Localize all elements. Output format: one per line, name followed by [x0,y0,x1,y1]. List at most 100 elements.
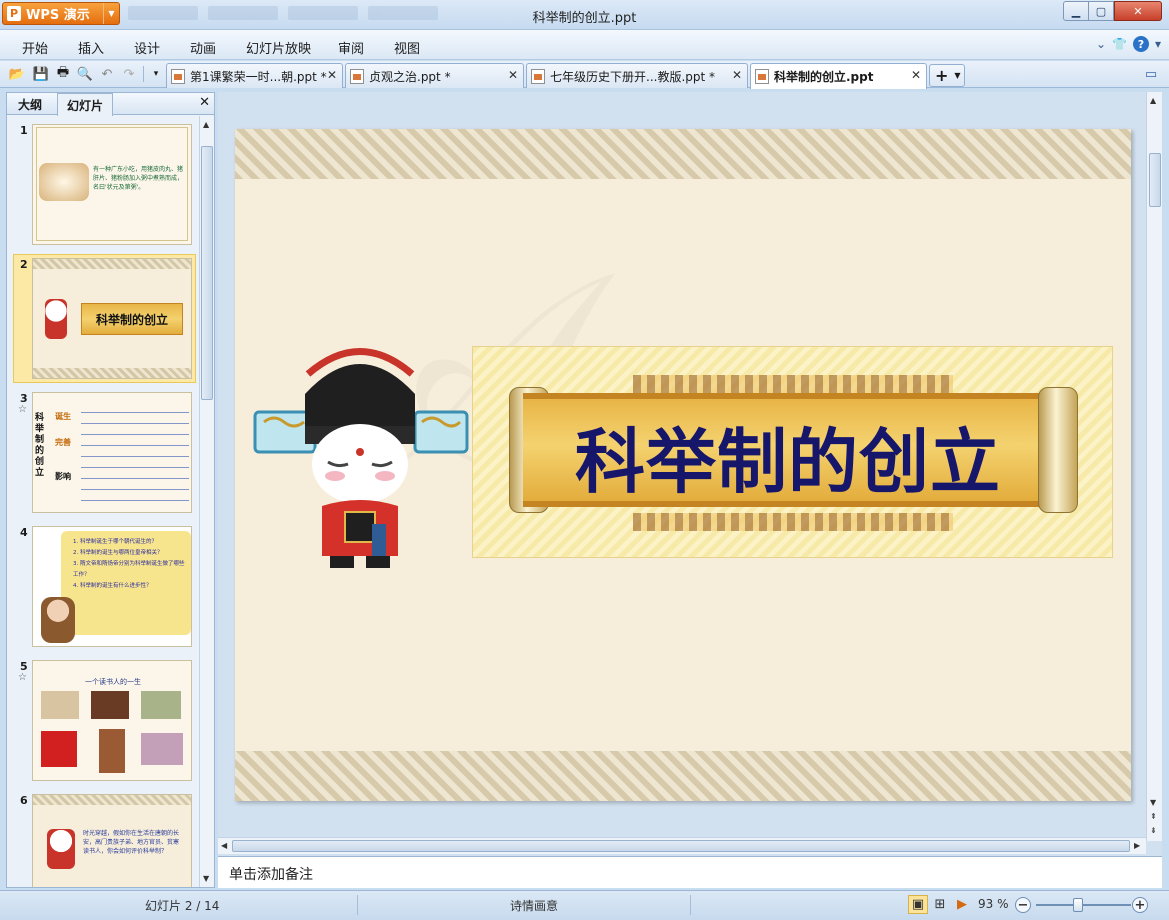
theme-name: 诗情画意 [510,899,559,913]
tab-outline[interactable]: 大纲 [9,93,51,115]
skin-icon[interactable]: 👕 [1112,37,1127,51]
zoom-slider-track[interactable] [1036,904,1131,906]
chevron-down-icon[interactable]: ▾ [1155,37,1161,51]
doc-tab-label: 贞观之治.ppt * [369,69,451,84]
doc-tab-2[interactable]: 贞观之治.ppt * ✕ [345,63,524,88]
customize-toolbar-icon[interactable]: ▾ [147,65,165,83]
slide-vertical-scrollbar[interactable]: ▲ ▼ ⇞ ⇟ [1146,92,1162,841]
panel-toggle-icon[interactable]: ▭ [1142,65,1160,83]
notes-field[interactable]: 单击添加备注 [218,856,1162,888]
menu-animation[interactable]: 动画 [190,38,216,57]
slide-number: 2 [20,258,28,271]
scroll-thumb[interactable] [1149,153,1161,207]
status-bar: 幻灯片 2 / 14 诗情画意 ▣ ⊞ ▶ 93 % − + [0,890,1169,920]
slide-thumbnail-2[interactable]: 科举制的创立 [32,258,192,379]
scroll-down-icon[interactable]: ▼ [203,874,209,883]
question-line: 1. 科举制诞生于哪个朝代诞生的？ [73,539,157,545]
zoom-out-button[interactable]: − [1015,897,1031,913]
slide-sorter-button[interactable]: ⊞ [930,895,950,914]
menu-slideshow[interactable]: 幻灯片放映 [246,38,311,57]
title-bar: P WPS 演示 ▼ 科举制的创立.ppt ▁ ▢ ✕ [0,0,1169,30]
thumb-tag: 诞生 [55,412,71,421]
undo-icon[interactable]: ↶ [98,65,116,83]
official-figure-image [45,299,67,339]
doc-tab-1[interactable]: 第1课繁荣一时...朝.ppt * ✕ [166,63,343,88]
zoom-in-button[interactable]: + [1132,897,1148,913]
slides-panel: 大纲 幻灯片 ✕ 1 有一种广东小吃，用猪皮肉丸、猪肝片、猪粉肠加入粥中煮熟而成… [6,92,215,888]
close-tab-icon[interactable]: ✕ [327,68,337,82]
print-preview-icon[interactable]: 🔍 [76,65,94,83]
save-icon[interactable]: 💾 [32,65,50,83]
thumb-tag: 影响 [55,472,71,481]
story-image [91,691,129,719]
minimize-button[interactable]: ▁ [1063,1,1089,21]
thumb-title: 科举制的创立 [81,303,183,335]
new-tab-button[interactable]: + ▼ [929,64,965,87]
question-line: 4. 科举制的诞生有什么进步性？ [73,583,152,589]
banner-ornament [633,513,953,531]
doc-tab-label: 七年级历史下册开...教版.ppt * [550,69,716,84]
close-tab-icon[interactable]: ✕ [508,68,518,82]
scroll-thumb[interactable] [232,840,1130,852]
question-line: 3. 隋文帝和隋炀帝分别为科举制诞生做了哪些工作？ [73,561,185,578]
maximize-button[interactable]: ▢ [1088,1,1114,21]
close-panel-icon[interactable]: ✕ [199,95,210,110]
menu-design[interactable]: 设计 [134,38,160,57]
ppt-file-icon [755,69,769,84]
scroll-body: 科举制的创立 [523,393,1053,507]
banner-ornament [633,375,953,393]
print-icon[interactable]: 🖶 [54,65,72,83]
window-title: 科举制的创立.ppt [532,11,637,26]
normal-view-button[interactable]: ▣ [908,895,928,914]
menu-view[interactable]: 视图 [394,38,420,57]
doc-tab-4-active[interactable]: 科举制的创立.ppt ✕ [750,63,927,89]
menu-insert[interactable]: 插入 [78,38,104,57]
close-tab-icon[interactable]: ✕ [732,68,742,82]
prev-slide-icon[interactable]: ⇞ [1150,812,1157,821]
menu-review[interactable]: 审阅 [338,38,364,57]
ppt-file-icon [171,68,185,84]
zoom-slider-knob[interactable] [1073,898,1083,912]
menu-home[interactable]: 开始 [22,38,48,57]
slide-thumbnail-5[interactable]: 一个读书人的一生 [32,660,192,781]
scroll-down-icon[interactable]: ▼ [1150,798,1156,807]
close-tab-icon[interactable]: ✕ [911,68,921,82]
slide-thumbnail-3[interactable]: 科举制的创立 诞生 完善 影响 [32,392,192,513]
slide-horizontal-scrollbar[interactable]: ◀ ▶ [218,837,1146,854]
scroll-roller-right [1038,387,1078,513]
title-banner: 科举制的创立 [472,346,1113,558]
doc-tab-3[interactable]: 七年级历史下册开...教版.ppt * ✕ [526,63,748,88]
close-window-button[interactable]: ✕ [1114,1,1162,21]
help-icon[interactable]: ? [1132,36,1149,52]
slideshow-button[interactable]: ▶ [952,895,972,914]
story-image [141,733,183,765]
open-folder-icon[interactable]: 📂 [8,65,26,83]
next-slide-icon[interactable]: ⇟ [1150,826,1157,835]
scroll-up-icon[interactable]: ▲ [203,120,209,129]
chevron-down-icon[interactable]: ⌄ [1096,37,1106,51]
ppt-file-icon [531,68,545,84]
slide-thumbnail-1[interactable]: 有一种广东小吃，用猪皮肉丸、猪肝片、猪粉肠加入粥中煮熟而成，名曰'状元及第粥'。 [32,124,192,245]
redo-icon[interactable]: ↷ [120,65,138,83]
scroll-up-icon[interactable]: ▲ [1150,96,1156,105]
thumb-tag: 完善 [55,438,71,447]
current-slide[interactable]: 𝒜 科举制的创立 [235,129,1131,801]
thumbnail-scrollbar[interactable]: ▲ ▼ [199,116,214,887]
scroll-left-icon[interactable]: ◀ [221,841,227,850]
thumb-questions: 1. 科举制诞生于哪个朝代诞生的？ 2. 科举制的诞生与哪两位皇帝相关？ 3. … [73,537,185,592]
thumb-title: 一个读书人的一生 [85,678,141,686]
tab-slides[interactable]: 幻灯片 [57,93,114,116]
story-image [141,691,181,719]
slide-thumbnail-4[interactable]: 1. 科举制诞生于哪个朝代诞生的？ 2. 科举制的诞生与哪两位皇帝相关？ 3. … [32,526,192,647]
menu-bar: 开始 插入 设计 动画 幻灯片放映 审阅 视图 ⌄ 👕 ? ▾ [0,30,1169,60]
thumb-text: 时光穿越，假如你在生活在唐朝的长安，高门贵族子弟、地方官员、贫寒读书人，你会如何… [83,830,180,855]
scroll-right-icon[interactable]: ▶ [1134,841,1140,850]
story-image [41,691,79,719]
scroll-thumb[interactable] [201,146,213,400]
animation-star-icon: ☆ [18,404,27,415]
top-border-pattern [235,129,1131,179]
plus-icon: + [935,66,949,85]
slide-title[interactable]: 科举制的创立 [523,399,1053,513]
menu-right-tools: ⌄ 👕 ? ▾ [1096,36,1161,52]
slide-thumbnail-6[interactable]: 时光穿越，假如你在生活在唐朝的长安，高门贵族子弟、地方官员、贫寒读书人，你会如何… [32,794,192,887]
